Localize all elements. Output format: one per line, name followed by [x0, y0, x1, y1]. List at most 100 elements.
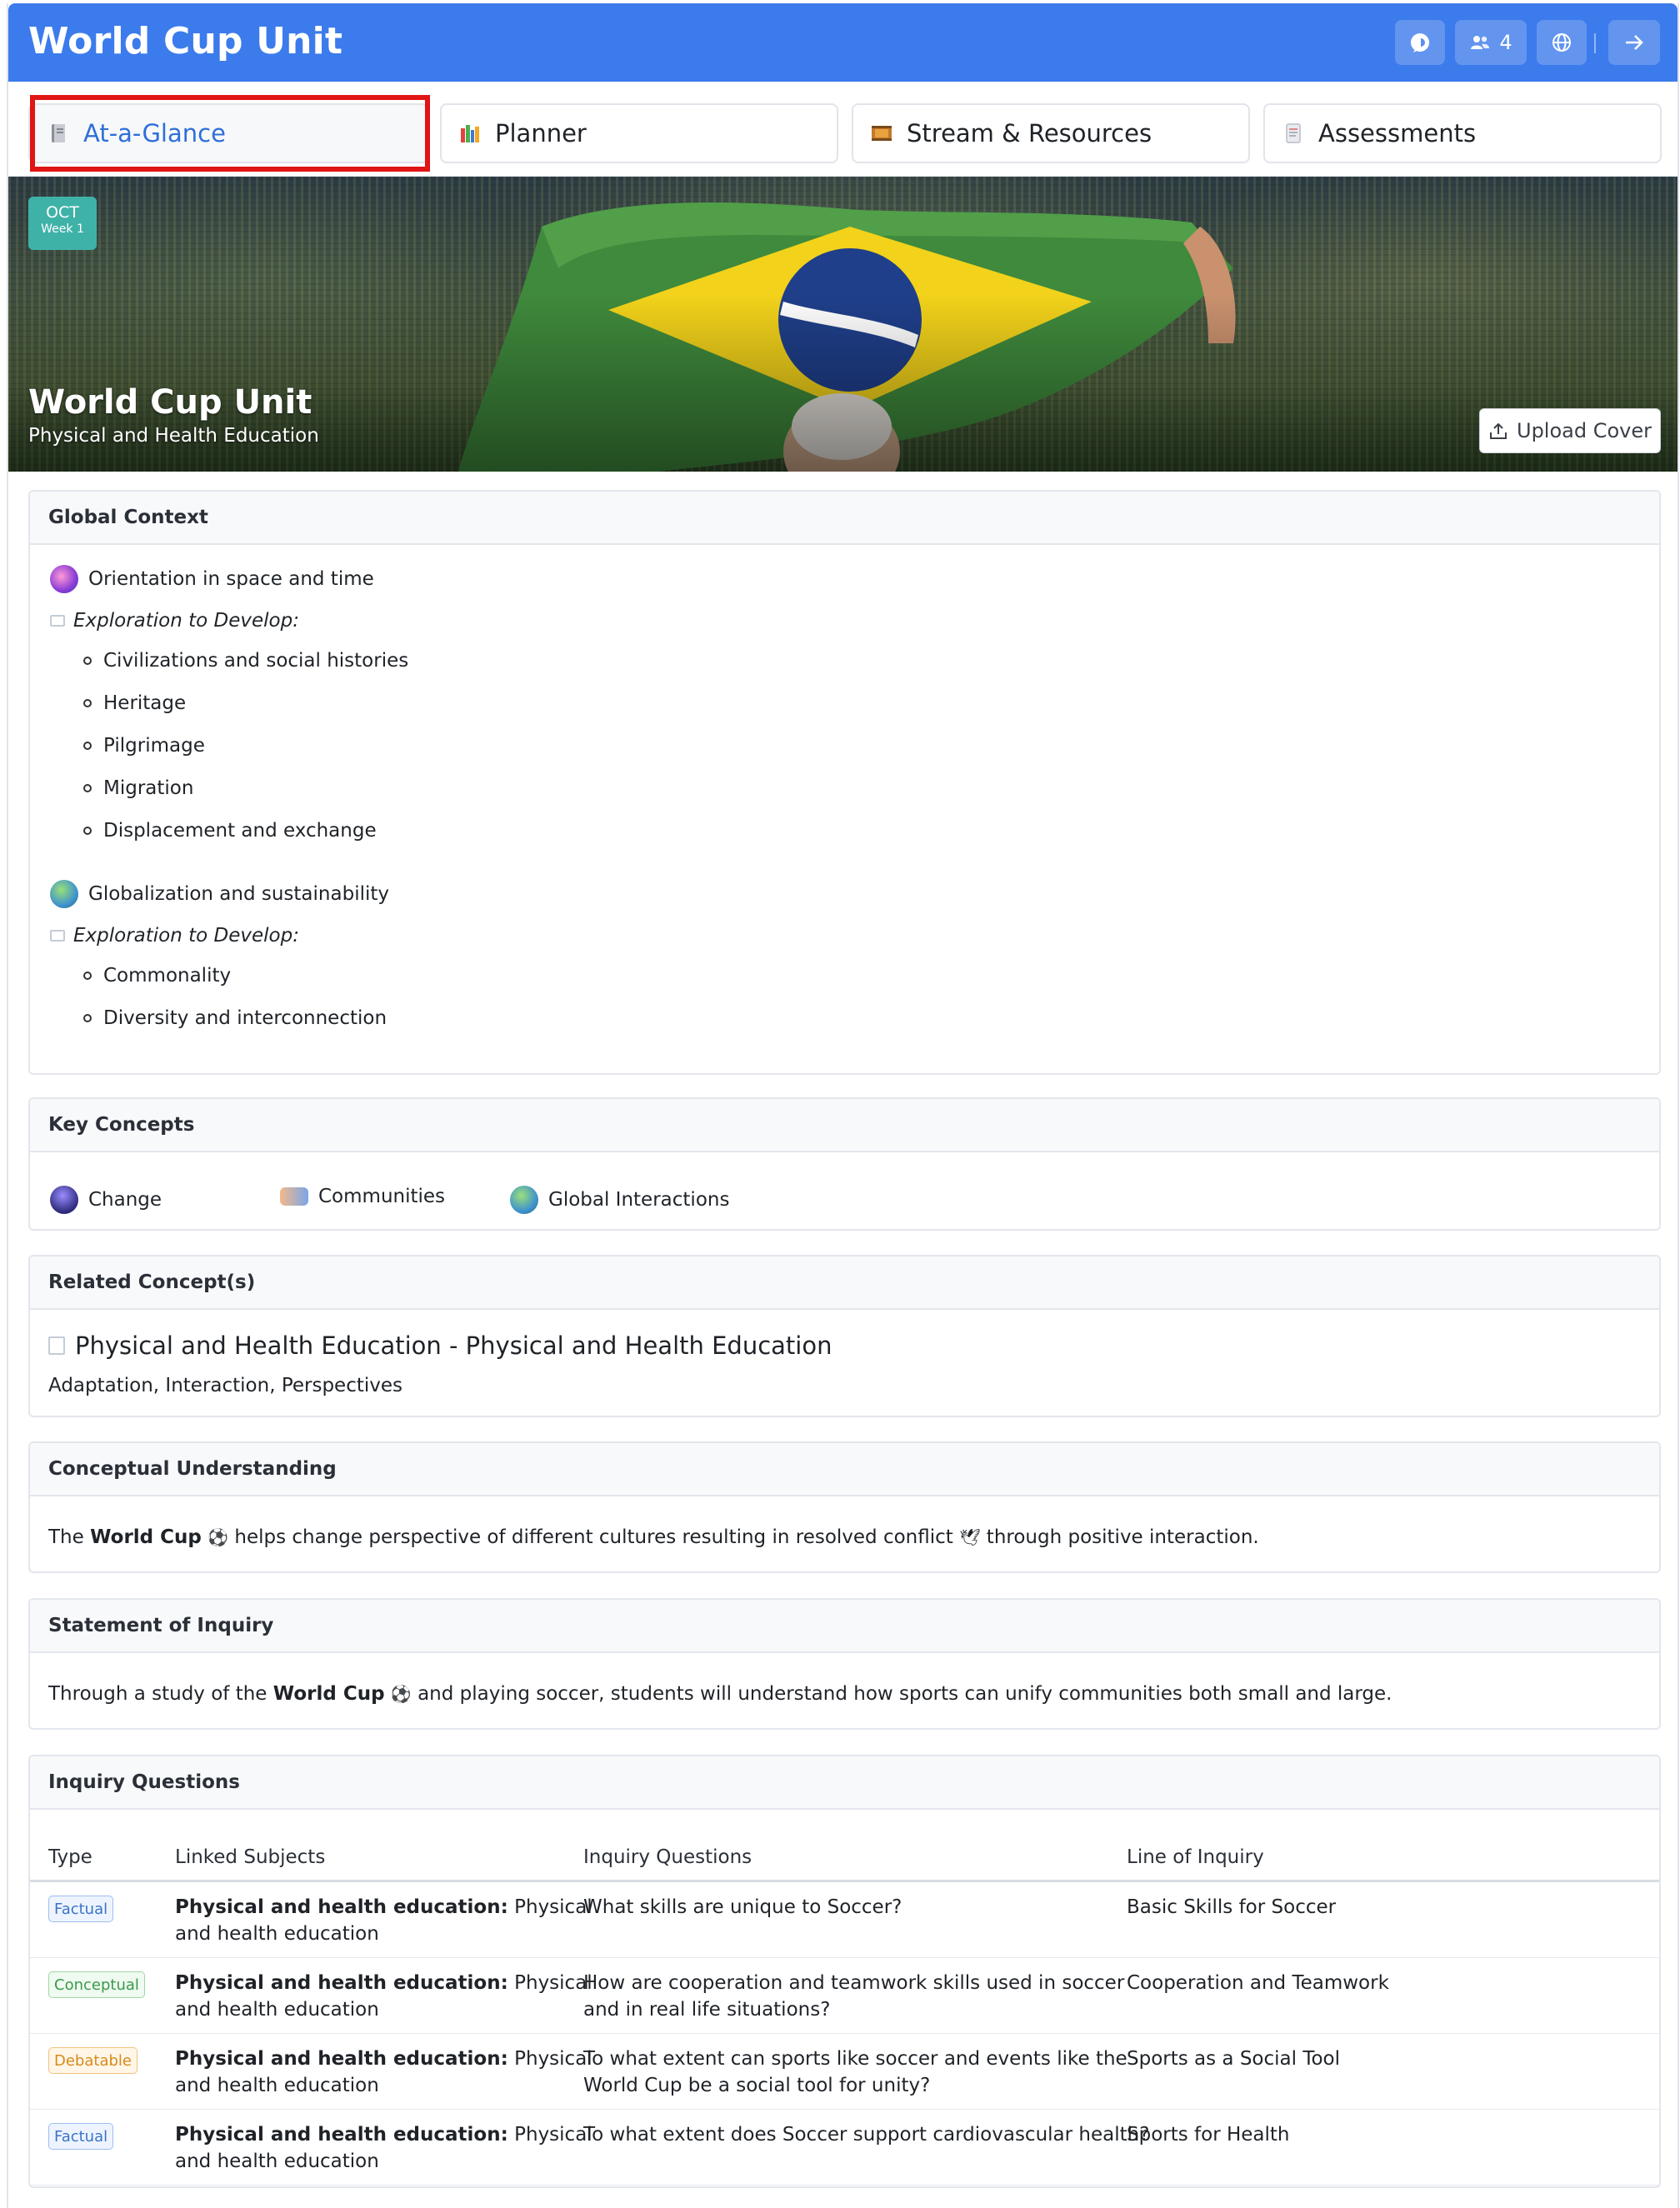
- date-badge: OCT Week 1: [28, 197, 97, 250]
- notebook-icon: [52, 124, 65, 142]
- context-name: Orientation in space and time: [88, 568, 374, 590]
- film-strip-icon: [872, 126, 892, 141]
- tab-label: Planner: [495, 119, 587, 147]
- list-item: Migration: [83, 777, 193, 799]
- line-of-inquiry: Sports for Health: [1127, 2124, 1290, 2146]
- date-week: Week 1: [41, 222, 84, 236]
- context-globalization: Globalization and sustainability: [50, 880, 389, 908]
- tab-assessments[interactable]: Assessments: [1263, 103, 1662, 163]
- tab-planner[interactable]: Planner: [440, 103, 838, 163]
- type-badge: Factual: [48, 2123, 114, 2150]
- hero-banner: OCT Week 1 World Cup Unit Physical and H…: [8, 177, 1678, 472]
- upload-cover-button[interactable]: Upload Cover: [1479, 408, 1661, 453]
- type-badge: Conceptual: [48, 1971, 145, 1998]
- line-of-inquiry: Cooperation and Teamwork: [1127, 1972, 1389, 1994]
- table-row: Conceptual Physical and health education…: [30, 1958, 1659, 2034]
- document-icon: [48, 1336, 65, 1355]
- exit-button[interactable]: [1608, 20, 1660, 65]
- app-header: World Cup Unit 4: [8, 3, 1678, 82]
- tab-label: At-a-Glance: [83, 119, 226, 147]
- related-concept-list: Adaptation, Interaction, Perspectives: [48, 1375, 403, 1396]
- globe-plant-icon: [510, 1186, 538, 1214]
- column-header-line: Line of Inquiry: [1127, 1846, 1264, 1868]
- statement-of-inquiry-text: Through a study of the World Cup ⚽ and p…: [48, 1683, 1392, 1705]
- date-month: OCT: [46, 203, 79, 222]
- key-concept-global-interactions: Global Interactions: [510, 1186, 729, 1214]
- type-badge: Factual: [48, 1896, 114, 1922]
- orientation-icon: [50, 565, 78, 593]
- card-heading: Related Concept(s): [30, 1256, 1659, 1310]
- list-item: Diversity and interconnection: [83, 1007, 387, 1029]
- linked-subject: Physical and health education: Physical a…: [175, 2048, 592, 2096]
- globe-plant-icon: [50, 880, 78, 908]
- statement-of-inquiry-card: Statement of Inquiry Through a study of …: [28, 1598, 1661, 1730]
- card-heading: Inquiry Questions: [30, 1756, 1659, 1810]
- members-count: 4: [1499, 31, 1512, 54]
- key-concept-communities: Communities: [280, 1186, 445, 1207]
- list-item: Commonality: [83, 965, 231, 987]
- column-header-subjects: Linked Subjects: [175, 1846, 326, 1868]
- conceptual-understanding-text: The World Cup ⚽ helps change perspective…: [48, 1526, 1259, 1548]
- list-icon: [50, 615, 65, 627]
- related-concepts-card: Related Concept(s) Physical and Health E…: [28, 1255, 1661, 1417]
- key-concepts-card: Key Concepts Change Communities Global I…: [28, 1097, 1661, 1231]
- dove-icon: 🕊: [959, 1527, 981, 1547]
- list-item: Pilgrimage: [83, 735, 205, 757]
- table-row: Factual Physical and health education: P…: [30, 1882, 1659, 1958]
- exploration-label: Exploration to Develop:: [50, 610, 299, 632]
- tab-label: Assessments: [1318, 119, 1477, 147]
- inquiry-question: What skills are unique to Soccer?: [583, 1896, 902, 1918]
- soccer-ball-icon: ⚽: [208, 1527, 229, 1547]
- chat-button[interactable]: [1395, 20, 1445, 65]
- column-header-type: Type: [48, 1846, 92, 1868]
- document-icon: [1286, 123, 1301, 143]
- linked-subject: Physical and health education: Physical a…: [175, 1896, 592, 1945]
- line-of-inquiry: Sports as a Social Tool: [1127, 2048, 1341, 2070]
- table-row: Factual Physical and health education: P…: [30, 2110, 1659, 2186]
- list-item: Civilizations and social histories: [83, 650, 408, 672]
- arrow-right-icon: [1626, 35, 1643, 50]
- linked-subject: Physical and health education: Physical a…: [175, 1972, 592, 2021]
- card-heading: Key Concepts: [30, 1099, 1659, 1152]
- books-icon: [461, 125, 479, 142]
- tab-bar: At-a-Glance Planner Stream & Resources A…: [8, 82, 1678, 177]
- card-heading: Conceptual Understanding: [30, 1443, 1659, 1496]
- upload-label: Upload Cover: [1517, 419, 1652, 442]
- hero-title: World Cup Unit: [28, 383, 312, 422]
- table-row: Debatable Physical and health education:…: [30, 2034, 1659, 2110]
- tab-at-a-glance[interactable]: At-a-Glance: [28, 103, 428, 163]
- soccer-ball-icon: ⚽: [390, 1684, 412, 1704]
- tab-stream-resources[interactable]: Stream & Resources: [852, 103, 1250, 163]
- global-context-card: Global Context Orientation in space and …: [28, 490, 1661, 1075]
- list-item: Displacement and exchange: [83, 820, 377, 842]
- column-header-questions: Inquiry Questions: [583, 1846, 752, 1868]
- inquiry-question: How are cooperation and teamwork skills …: [583, 1972, 1125, 2021]
- globe-icon: [1552, 33, 1571, 52]
- handshake-icon: [280, 1187, 308, 1206]
- list-item: Heritage: [83, 692, 186, 714]
- upload-icon: [1490, 422, 1507, 439]
- users-icon: [1471, 36, 1490, 49]
- list-icon: [50, 930, 65, 942]
- context-orientation: Orientation in space and time: [50, 565, 374, 593]
- context-name: Globalization and sustainability: [88, 883, 389, 905]
- key-concept-change: Change: [50, 1186, 162, 1214]
- inquiry-question: To what extent does Soccer support cardi…: [583, 2124, 1150, 2146]
- tab-label: Stream & Resources: [907, 119, 1152, 147]
- header-title: World Cup Unit: [28, 20, 343, 62]
- card-heading: Global Context: [30, 492, 1659, 545]
- linked-subject: Physical and health education: Physical a…: [175, 2124, 592, 2172]
- chat-icon: [1411, 33, 1429, 52]
- line-of-inquiry: Basic Skills for Soccer: [1127, 1896, 1337, 1918]
- inquiry-questions-card: Inquiry Questions Type Linked Subjects I…: [28, 1755, 1661, 2188]
- unit-page: World Cup Unit 4 At-a-Glance Planner Str…: [7, 3, 1679, 2208]
- inquiry-question: To what extent can sports like soccer an…: [583, 2048, 1128, 2096]
- language-button[interactable]: [1537, 20, 1587, 65]
- card-heading: Statement of Inquiry: [30, 1600, 1659, 1653]
- type-badge: Debatable: [48, 2047, 138, 2074]
- members-button[interactable]: 4: [1455, 20, 1527, 65]
- header-separator: [1594, 33, 1596, 53]
- related-concept-title: Physical and Health Education - Physical…: [48, 1331, 832, 1360]
- exploration-label: Exploration to Develop:: [50, 925, 299, 947]
- hero-subtitle: Physical and Health Education: [28, 425, 319, 447]
